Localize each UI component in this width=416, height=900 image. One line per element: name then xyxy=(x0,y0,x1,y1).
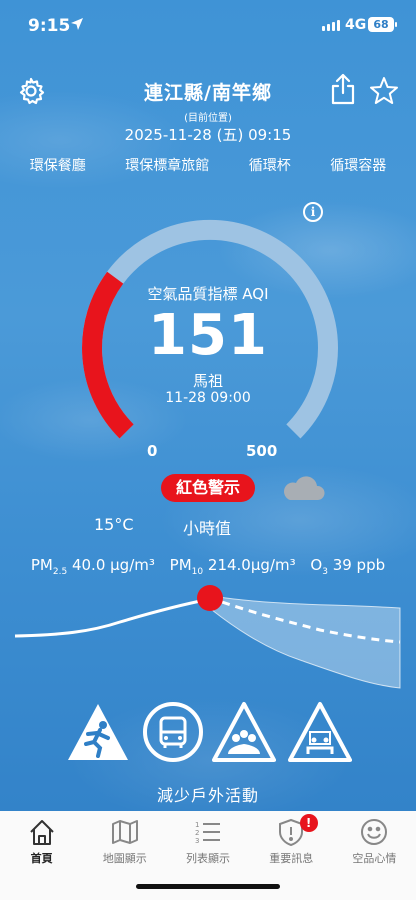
aqi-value: 151 xyxy=(148,303,268,368)
gauge-max-label: 500 xyxy=(246,442,278,460)
tab-mood[interactable]: 空品心情 xyxy=(333,811,416,900)
smiley-icon xyxy=(359,817,389,847)
cloud-icon xyxy=(283,476,325,500)
svg-text:3: 3 xyxy=(195,837,199,845)
home-icon xyxy=(27,817,57,847)
temperature: 15°C xyxy=(94,515,134,534)
battery-icon: 68 xyxy=(368,17,397,32)
forecast-band xyxy=(211,595,401,689)
current-point xyxy=(197,585,223,611)
svg-text:1: 1 xyxy=(195,821,199,829)
link-reusable-cup[interactable]: 循環杯 xyxy=(245,155,295,175)
value-type: 小時值 xyxy=(183,519,232,538)
status-bar: 9:15 4G 68 xyxy=(0,0,416,54)
classroom-warning-icon xyxy=(288,702,352,762)
status-time: 9:15 xyxy=(28,16,71,36)
history-line xyxy=(14,597,211,638)
aqi-trend-chart xyxy=(14,585,401,689)
pm10-value: 214.0μg/m³ xyxy=(207,556,296,574)
home-indicator xyxy=(136,884,280,889)
map-icon xyxy=(110,817,140,847)
link-eco-hotel[interactable]: 環保標章旅館 xyxy=(121,155,213,175)
pm25-name: PM2.5 xyxy=(30,556,68,577)
svg-text:2: 2 xyxy=(195,829,199,837)
signal-icon xyxy=(322,20,340,31)
aqi-label: 空氣品質指標 AQI xyxy=(147,285,269,303)
pm25-value: 40.0 μg/m³ xyxy=(71,556,155,574)
pollutant-readings: PM2.5 40.0 μg/m³ PM10 214.0μg/m³ O3 39 p… xyxy=(0,556,416,577)
tab-home[interactable]: 首頁 xyxy=(0,811,83,900)
location-arrow-icon xyxy=(71,18,83,30)
pm10-name: PM10 xyxy=(169,556,204,577)
share-icon[interactable] xyxy=(326,72,360,106)
list-icon: 123 xyxy=(193,817,223,847)
link-eco-restaurant[interactable]: 環保餐廳 xyxy=(26,155,90,175)
health-advice-icons xyxy=(0,700,416,770)
tab-label: 列表顯示 xyxy=(186,852,230,865)
people-group-warning-icon xyxy=(212,702,276,762)
alert-level-badge: 紅色警示 xyxy=(161,474,255,502)
running-person-warning-icon xyxy=(68,704,128,760)
notification-badge: ! xyxy=(299,814,318,832)
tab-label: 重要訊息 xyxy=(269,852,314,865)
bus-icon xyxy=(143,702,203,762)
o3-value: 39 ppb xyxy=(332,556,386,574)
gauge-min-label: 0 xyxy=(147,442,158,460)
health-advice-text: 減少戶外活動 xyxy=(156,786,259,805)
network-type: 4G xyxy=(345,17,367,33)
eco-links-bar: 環保餐廳 環保標章旅館 循環杯 循環容器 xyxy=(0,155,416,175)
tab-label: 空品心情 xyxy=(352,852,397,865)
o3-name: O3 xyxy=(310,556,328,577)
tab-label: 首頁 xyxy=(30,852,53,865)
station-name: 馬祖 xyxy=(192,372,223,390)
location-subtitle: (目前位置) xyxy=(184,113,232,124)
link-reusable-container[interactable]: 循環容器 xyxy=(326,155,390,175)
current-datetime: 2025-11-28 (五) 09:15 xyxy=(124,126,292,144)
favorite-star-icon[interactable] xyxy=(367,74,401,108)
tab-label: 地圖顯示 xyxy=(102,852,147,865)
station-time: 11-28 09:00 xyxy=(165,390,251,406)
